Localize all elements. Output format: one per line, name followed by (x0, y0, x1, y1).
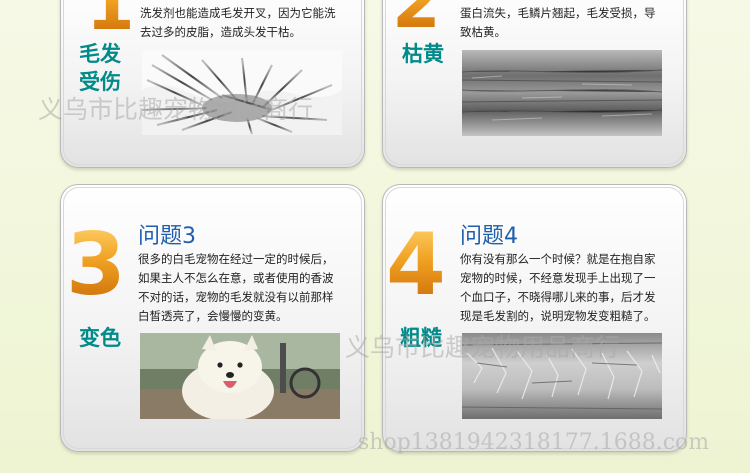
desc-question-4: 你有没有那么一个时候？就是在抱自家 宠物的时候，不经意发现手上出现了一 个血口子… (460, 252, 656, 323)
number-1-graphic: 1 (86, 0, 135, 40)
hair-fiber-micrograph-1 (462, 50, 662, 136)
label-rough: 粗糙 (400, 326, 442, 350)
rough-hair-micrograph-image (462, 333, 662, 419)
desc-withered-yellow: 蛋白流失，毛鳞片翘起，毛发受损，导 致枯黄。 (460, 6, 656, 39)
number-2-graphic: 2 (392, 0, 441, 38)
label-discoloration: 变色 (79, 326, 121, 350)
samoyed-image (140, 333, 340, 419)
card-hair-damage: 1 毛发 受伤 洗发剂也能造成毛发开叉，因为它能洗 去过多的皮脂，造成头发干枯。 (60, 0, 365, 168)
hair-fiber-micrograph-2 (462, 333, 662, 419)
question-4-title: 问题4 (460, 224, 518, 249)
number-4-graphic: 4 (386, 215, 446, 315)
card-question-3: 3 问题3 变色 很多的白毛宠物在经过一定的时候后， 如果主人不怎么在意，或者使… (60, 184, 365, 452)
card-withered-yellow: 2 枯黄 蛋白流失，毛鳞片翘起，毛发受损，导 致枯黄。 (382, 0, 687, 168)
split-hair-photo (142, 50, 342, 135)
number-3-graphic: 3 (66, 215, 126, 315)
micrograph-image (462, 50, 662, 136)
card-question-4: 4 问题4 粗糙 你有没有那么一个时候？就是在抱自家 宠物的时候，不经意发现手上… (382, 184, 687, 452)
label-withered-yellow: 枯黄 (402, 42, 444, 66)
split-hair-image (142, 50, 342, 135)
label-hair-damage: 毛发 受伤 (79, 42, 121, 94)
desc-hair-damage: 洗发剂也能造成毛发开叉，因为它能洗 去过多的皮脂，造成头发干枯。 (140, 6, 336, 39)
question-3-title: 问题3 (138, 224, 196, 249)
desc-question-3: 很多的白毛宠物在经过一定的时候后， 如果主人不怎么在意，或者使用的香波 不对的话… (138, 252, 334, 323)
white-dog-photo (140, 333, 340, 419)
